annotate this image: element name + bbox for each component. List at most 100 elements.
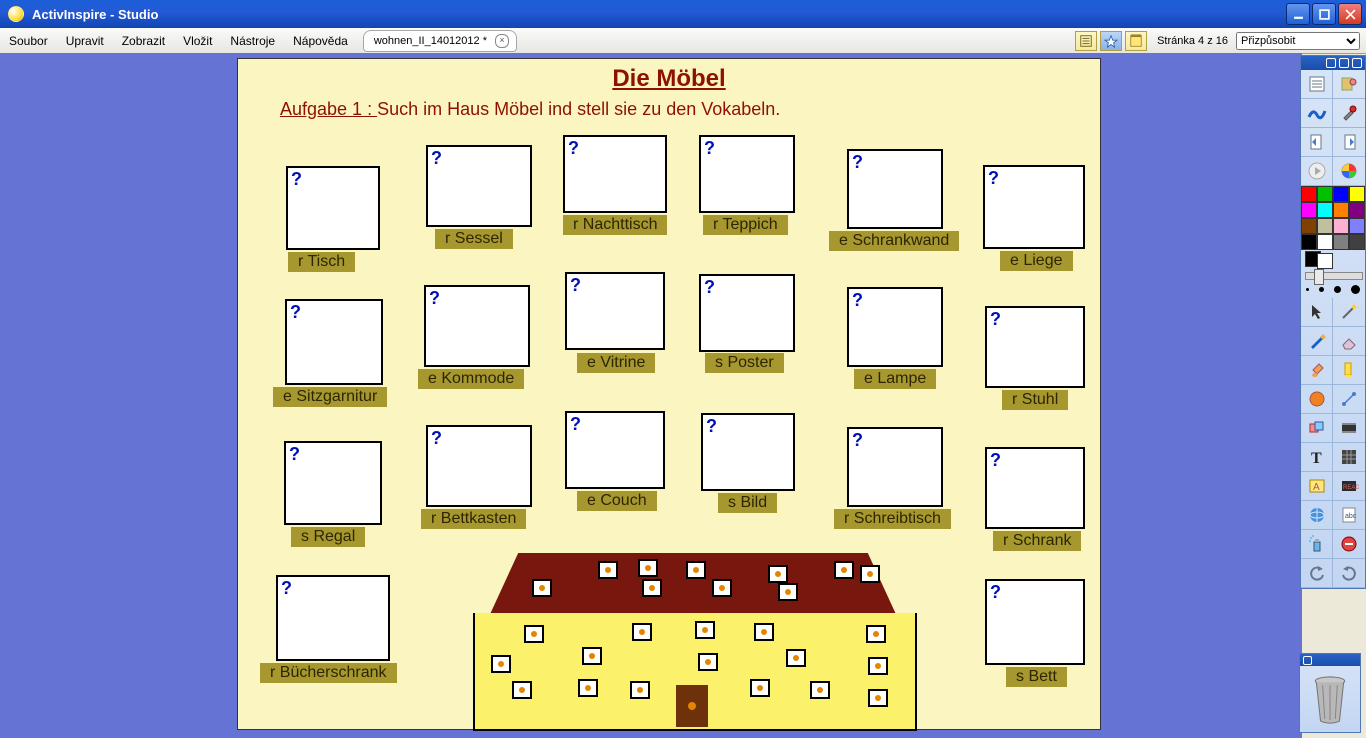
label-schrank[interactable]: r Schrank: [993, 531, 1081, 551]
tool-spray-icon[interactable]: [1301, 530, 1333, 559]
box-kommode[interactable]: ?: [424, 285, 530, 367]
tool-prev-page-icon[interactable]: [1301, 128, 1333, 157]
tool-play-icon[interactable]: [1301, 157, 1333, 186]
wall-window[interactable]: [695, 621, 715, 639]
flipchart-page[interactable]: Die Möbel Aufgabe 1 : Such im Haus Möbel…: [237, 58, 1101, 730]
palette-color[interactable]: [1349, 218, 1365, 234]
trash-header[interactable]: [1300, 654, 1360, 666]
roof-window[interactable]: [768, 565, 788, 583]
tab-close-icon[interactable]: ×: [495, 34, 509, 48]
label-bild[interactable]: s Bild: [718, 493, 777, 513]
tool-highlighter-icon[interactable]: [1333, 356, 1365, 385]
palette-color[interactable]: [1333, 218, 1349, 234]
toolbox-collapse-icon[interactable]: [1339, 58, 1349, 68]
label-regal[interactable]: s Regal: [291, 527, 365, 547]
palette-color[interactable]: [1317, 202, 1333, 218]
label-bett[interactable]: s Bett: [1006, 667, 1067, 687]
trash-panel[interactable]: [1299, 653, 1361, 733]
tool-select-icon[interactable]: [1301, 298, 1333, 327]
wall-window[interactable]: [632, 623, 652, 641]
label-sessel[interactable]: r Sessel: [435, 229, 513, 249]
palette-color[interactable]: [1333, 234, 1349, 250]
tool-redo-icon[interactable]: [1333, 559, 1365, 588]
tool-dictionary-icon[interactable]: abc: [1333, 501, 1365, 530]
tool-tools-icon[interactable]: [1333, 99, 1365, 128]
palette-color[interactable]: [1333, 202, 1349, 218]
trash-pin-icon[interactable]: [1303, 656, 1312, 665]
tool-annotate-icon[interactable]: [1301, 99, 1333, 128]
label-poster[interactable]: s Poster: [705, 353, 784, 373]
box-sessel[interactable]: ?: [426, 145, 532, 227]
box-buecherschrank[interactable]: ?: [276, 575, 390, 661]
wall-window[interactable]: [866, 625, 886, 643]
box-bild[interactable]: ?: [701, 413, 795, 491]
box-sitzgarnitur[interactable]: ?: [285, 299, 383, 385]
label-buecherschrank[interactable]: r Bücherschrank: [260, 663, 397, 683]
menu-zobrazit[interactable]: Zobrazit: [113, 29, 174, 53]
roof-window[interactable]: [598, 561, 618, 579]
menu-vlozit[interactable]: Vložit: [174, 29, 221, 53]
panel-icon-1[interactable]: [1075, 31, 1097, 51]
wall-window[interactable]: [810, 681, 830, 699]
tool-web-icon[interactable]: [1301, 501, 1333, 530]
wall-window[interactable]: [512, 681, 532, 699]
menu-napoveda[interactable]: Nápověda: [284, 29, 357, 53]
wall-window[interactable]: [578, 679, 598, 697]
tool-wand-icon[interactable]: [1333, 298, 1365, 327]
tool-resource-icon[interactable]: [1301, 414, 1333, 443]
palette-color[interactable]: [1301, 234, 1317, 250]
main-toolbox[interactable]: T A READ abc: [1300, 55, 1366, 589]
palette-color[interactable]: [1317, 186, 1333, 202]
box-schreibtisch[interactable]: ?: [847, 427, 943, 507]
palette-color[interactable]: [1301, 202, 1317, 218]
roof-window[interactable]: [686, 561, 706, 579]
roof-window[interactable]: [642, 579, 662, 597]
tool-shape-icon[interactable]: [1301, 385, 1333, 414]
tool-read-icon[interactable]: READ: [1333, 472, 1365, 501]
menu-upravit[interactable]: Upravit: [57, 29, 113, 53]
tool-color-wheel-icon[interactable]: [1333, 157, 1365, 186]
label-schrankwand[interactable]: e Schrankwand: [829, 231, 959, 251]
palette-color[interactable]: [1317, 218, 1333, 234]
palette-color[interactable]: [1301, 218, 1317, 234]
label-schreibtisch[interactable]: r Schreibtisch: [834, 509, 951, 529]
label-vitrine[interactable]: e Vitrine: [577, 353, 655, 373]
roof-window[interactable]: [860, 565, 880, 583]
roof-window[interactable]: [532, 579, 552, 597]
tool-text-icon[interactable]: T: [1301, 443, 1333, 472]
palette-color[interactable]: [1349, 186, 1365, 202]
menu-soubor[interactable]: Soubor: [0, 29, 57, 53]
background-swatch[interactable]: [1317, 253, 1333, 269]
palette-color[interactable]: [1349, 202, 1365, 218]
box-nachttisch[interactable]: ?: [563, 135, 667, 213]
label-couch[interactable]: e Couch: [577, 491, 657, 511]
roof-window[interactable]: [638, 559, 658, 577]
panel-icon-3[interactable]: [1125, 31, 1147, 51]
box-lampe[interactable]: ?: [847, 287, 943, 367]
slider-thumb[interactable]: [1314, 269, 1324, 285]
wall-window[interactable]: [582, 647, 602, 665]
tool-next-page-icon[interactable]: [1333, 128, 1365, 157]
tool-grid-icon[interactable]: [1333, 443, 1365, 472]
house-door[interactable]: [676, 685, 708, 727]
box-schrankwand[interactable]: ?: [847, 149, 943, 229]
tool-profile-icon[interactable]: [1333, 70, 1365, 99]
box-stuhl[interactable]: ?: [985, 306, 1085, 388]
tool-menu-icon[interactable]: [1301, 70, 1333, 99]
maximize-button[interactable]: [1312, 3, 1336, 25]
wall-window[interactable]: [491, 655, 511, 673]
wall-window[interactable]: [868, 657, 888, 675]
toolbox-header[interactable]: [1301, 56, 1365, 70]
minimize-button[interactable]: [1286, 3, 1310, 25]
tool-format-icon[interactable]: A: [1301, 472, 1333, 501]
label-lampe[interactable]: e Lampe: [854, 369, 936, 389]
pen-width-small[interactable]: [1306, 288, 1309, 291]
fg-bg-swatches[interactable]: [1301, 250, 1365, 268]
palette-color[interactable]: [1301, 186, 1317, 202]
wall-window[interactable]: [524, 625, 544, 643]
tool-connector-icon[interactable]: [1333, 385, 1365, 414]
box-poster[interactable]: ?: [699, 274, 795, 352]
label-kommode[interactable]: e Kommode: [418, 369, 524, 389]
wall-window[interactable]: [698, 653, 718, 671]
box-vitrine[interactable]: ?: [565, 272, 665, 350]
